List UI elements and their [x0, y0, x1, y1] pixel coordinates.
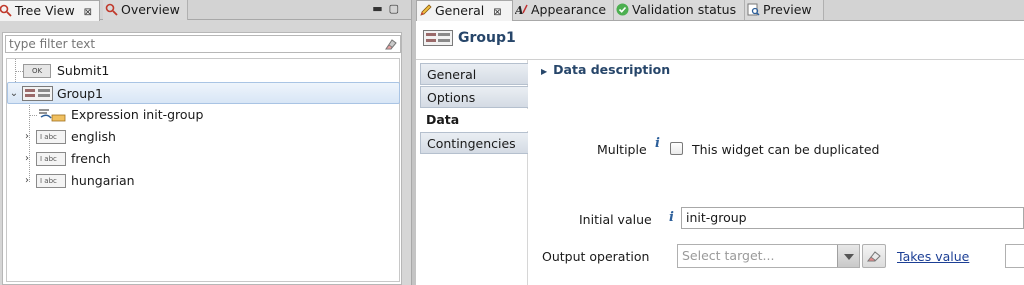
- tab-appearance-label: Appearance: [531, 2, 607, 17]
- tree-item-hungarian[interactable]: › I abc hungarian: [21, 170, 221, 192]
- select-target-placeholder: Select target...: [682, 248, 775, 263]
- button-widget-icon: OK: [23, 64, 51, 78]
- multiple-checkbox[interactable]: [670, 142, 683, 155]
- text-widget-icon: I abc: [36, 130, 66, 144]
- tree-item-expression[interactable]: Expression init-group: [37, 104, 257, 126]
- tree-item-label: english: [71, 129, 116, 144]
- chevron-right-icon[interactable]: ›: [22, 148, 32, 170]
- chevron-down-icon[interactable]: [837, 245, 859, 267]
- takes-value-link[interactable]: Takes value: [897, 249, 969, 264]
- tree-item-english[interactable]: › I abc english: [21, 126, 221, 148]
- check-circle-icon: [616, 3, 629, 16]
- side-tab-options[interactable]: Options: [420, 86, 528, 108]
- tree-connector: [29, 115, 37, 116]
- badge-text: abc: [44, 155, 57, 163]
- data-form: ▶ Data description Multiple i This widget…: [529, 60, 1024, 285]
- tab-appearance[interactable]: A Appearance: [513, 0, 614, 20]
- tree-item-label: Submit1: [57, 63, 110, 78]
- side-tab-contingencies[interactable]: Contingencies: [420, 132, 528, 154]
- multiple-checkbox-label: This widget can be duplicated: [692, 142, 880, 157]
- appearance-icon: A: [515, 4, 528, 16]
- initial-value-field[interactable]: init-group: [681, 207, 1024, 229]
- tree: OK Submit1 ⌄ Group1 Expression init-grou…: [6, 58, 400, 282]
- operator-field[interactable]: [1005, 244, 1024, 268]
- svg-text:A: A: [515, 4, 524, 16]
- group-widget-icon: [423, 30, 453, 46]
- chevron-down-icon[interactable]: ⌄: [9, 83, 19, 105]
- tree-item-label: hungarian: [71, 173, 135, 188]
- chevron-right-icon: ▶: [541, 67, 548, 76]
- pencil-icon: [420, 4, 432, 16]
- clear-target-button[interactable]: [862, 244, 886, 268]
- tab-overview[interactable]: Overview: [103, 0, 188, 20]
- side-tab-general[interactable]: General: [420, 63, 528, 85]
- tab-validation-label: Validation status: [632, 2, 737, 17]
- output-operation-label: Output operation: [542, 249, 650, 264]
- chevron-right-icon[interactable]: ›: [22, 126, 32, 148]
- close-icon[interactable]: ⊠: [84, 3, 92, 22]
- badge-text: abc: [44, 133, 57, 141]
- clear-filter-icon[interactable]: [383, 37, 399, 51]
- info-icon: i: [655, 136, 660, 151]
- tree-item-label: Expression init-group: [71, 107, 204, 122]
- tree-item-label: french: [71, 151, 111, 166]
- tree-item-group1[interactable]: ⌄ Group1: [7, 82, 400, 104]
- tab-overview-label: Overview: [121, 2, 180, 17]
- side-tabs: General Options Data Contingencies: [416, 60, 528, 285]
- tab-general-label: General: [435, 3, 485, 18]
- chevron-right-icon[interactable]: ›: [22, 170, 32, 192]
- preview-icon: [747, 3, 760, 16]
- page-title: Group1: [458, 30, 516, 46]
- section-data-description[interactable]: ▶ Data description: [541, 62, 670, 77]
- section-title-label: Data description: [553, 62, 671, 77]
- eraser-icon: [866, 251, 881, 262]
- side-tab-data[interactable]: Data: [420, 109, 528, 131]
- tree-item-french[interactable]: › I abc french: [21, 148, 221, 170]
- right-tab-bar: General ⊠ A Appearance Validation status…: [416, 0, 1024, 21]
- widget-header: Group1: [416, 22, 1024, 60]
- close-icon[interactable]: ⊠: [493, 3, 501, 22]
- select-target-combo[interactable]: Select target...: [677, 244, 860, 268]
- tab-validation-status[interactable]: Validation status: [614, 0, 745, 20]
- tab-preview-label: Preview: [763, 2, 812, 17]
- tree-item-label: Group1: [57, 86, 104, 101]
- tree-view-icon: [0, 4, 12, 17]
- badge-text: abc: [44, 177, 57, 185]
- properties-pane: General ⊠ A Appearance Validation status…: [416, 0, 1024, 285]
- filter-input[interactable]: [5, 35, 401, 53]
- info-icon: i: [669, 210, 674, 225]
- tree-item-submit1[interactable]: OK Submit1: [21, 60, 221, 82]
- expression-icon: [39, 109, 66, 122]
- left-tab-bar: Tree View ⊠ Overview ▬▢: [0, 0, 411, 21]
- tab-tree-view[interactable]: Tree View ⊠: [0, 0, 100, 21]
- tab-tree-view-label: Tree View: [15, 3, 75, 18]
- app-window: Tree View ⊠ Overview ▬▢ OK Submit1: [0, 0, 1024, 285]
- tree-view-pane: Tree View ⊠ Overview ▬▢ OK Submit1: [0, 0, 411, 285]
- minimize-maximize-icons[interactable]: ▬▢: [372, 2, 405, 15]
- text-widget-icon: I abc: [36, 152, 66, 166]
- text-widget-icon: I abc: [36, 174, 66, 188]
- tab-general[interactable]: General ⊠: [416, 0, 513, 21]
- initial-value-label: Initial value: [579, 212, 652, 227]
- overview-icon: [105, 3, 118, 16]
- tab-preview[interactable]: Preview: [745, 0, 824, 20]
- multiple-label: Multiple: [597, 142, 647, 157]
- group-widget-icon: [22, 86, 53, 101]
